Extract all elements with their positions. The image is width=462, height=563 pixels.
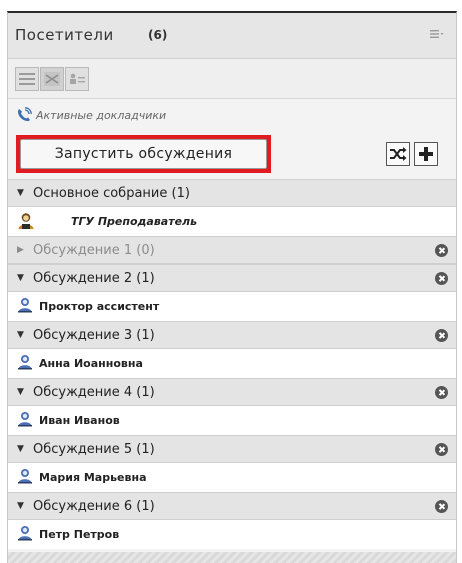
active-speakers-row: Активные докладчики (8, 103, 456, 129)
caret-down-icon[interactable]: ▼ (17, 501, 24, 511)
user-icon (17, 297, 33, 317)
empty-area (8, 552, 456, 563)
breakout-group[interactable]: ▼ Обсуждение 3 (1) (8, 321, 456, 349)
user-icon (17, 525, 33, 545)
close-icon[interactable] (435, 443, 448, 456)
caret-down-icon[interactable]: ▼ (17, 188, 24, 198)
close-icon[interactable] (435, 272, 448, 285)
breakout-group[interactable]: ▼ Обсуждение 6 (1) (8, 492, 456, 520)
caret-down-icon[interactable]: ▼ (17, 273, 24, 283)
close-icon[interactable] (435, 500, 448, 513)
close-icon[interactable] (435, 386, 448, 399)
breakout-group[interactable]: ▼ Обсуждение 2 (1) (8, 264, 456, 292)
breakout-group[interactable]: ▼ Обсуждение 4 (1) (8, 378, 456, 406)
phone-icon (16, 107, 32, 127)
breakout-group[interactable]: ▼ Основное собрание (1) (8, 179, 456, 207)
breakout-group-label: Обсуждение 4 (1) (33, 385, 155, 400)
caret-down-icon[interactable]: ▼ (17, 444, 24, 454)
close-icon[interactable] (435, 329, 448, 342)
close-icon[interactable] (435, 244, 448, 257)
attendee-name: Проктор ассистент (39, 300, 160, 313)
attendee-name: Мария Марьевна (39, 471, 147, 484)
user-icon (17, 468, 33, 488)
caret-right-icon[interactable]: ▶ (17, 245, 24, 255)
breakout-group-label: Обсуждение 2 (1) (33, 271, 155, 286)
breakout-group[interactable]: ▼ Обсуждение 5 (1) (8, 435, 456, 463)
breakout-group-label: Основное собрание (1) (33, 186, 190, 201)
caret-down-icon[interactable]: ▼ (17, 330, 24, 340)
caret-down-icon[interactable]: ▼ (17, 387, 24, 397)
attendee-name: Петр Петров (39, 528, 120, 541)
list-view-icon[interactable] (15, 67, 39, 91)
start-breakouts-highlight: Запустить обсуждения (16, 135, 271, 173)
host-user-icon (17, 212, 35, 234)
shuffle-icon[interactable] (386, 142, 410, 166)
breakout-group[interactable]: ▶ Обсуждение 1 (0) (8, 236, 456, 264)
attendee-row[interactable]: Анна Иоанновна (8, 349, 456, 378)
breakout-list: ▼ Основное собрание (1) ТГУ Преподаватель ▶… (8, 179, 456, 549)
attendee-row[interactable]: ТГУ Преподаватель (8, 207, 456, 236)
user-icon (17, 411, 33, 431)
role-view-icon[interactable] (65, 67, 89, 91)
attendee-row[interactable]: Проктор ассистент (8, 292, 456, 321)
attendee-name: ТГУ Преподаватель (71, 215, 198, 228)
breakout-group-label: Обсуждение 3 (1) (33, 328, 155, 343)
active-speakers-label: Активные докладчики (36, 109, 167, 122)
panel-title: Посетители (15, 26, 114, 44)
attendees-panel: Посетители (6) Активные докладчики Запус… (7, 11, 457, 563)
attendee-name: Анна Иоанновна (39, 357, 143, 370)
breakout-group-label: Обсуждение 1 (0) (33, 243, 155, 258)
user-icon (17, 354, 33, 374)
plus-icon[interactable] (414, 142, 438, 166)
attendee-row[interactable]: Петр Петров (8, 520, 456, 549)
attendee-row[interactable]: Иван Иванов (8, 406, 456, 435)
attendee-name: Иван Иванов (39, 414, 120, 427)
attendee-row[interactable]: Мария Марьевна (8, 463, 456, 492)
view-toolbar (8, 59, 456, 99)
panel-header: Посетители (6) (8, 13, 456, 59)
attendee-count: (6) (148, 28, 168, 42)
start-breakouts-button[interactable]: Запустить обсуждения (20, 139, 267, 169)
top-border (0, 0, 462, 11)
menu-lines-icon[interactable] (430, 28, 444, 42)
breakout-group-label: Обсуждение 6 (1) (33, 499, 155, 514)
breakout-view-icon[interactable] (40, 67, 64, 91)
breakout-group-label: Обсуждение 5 (1) (33, 442, 155, 457)
